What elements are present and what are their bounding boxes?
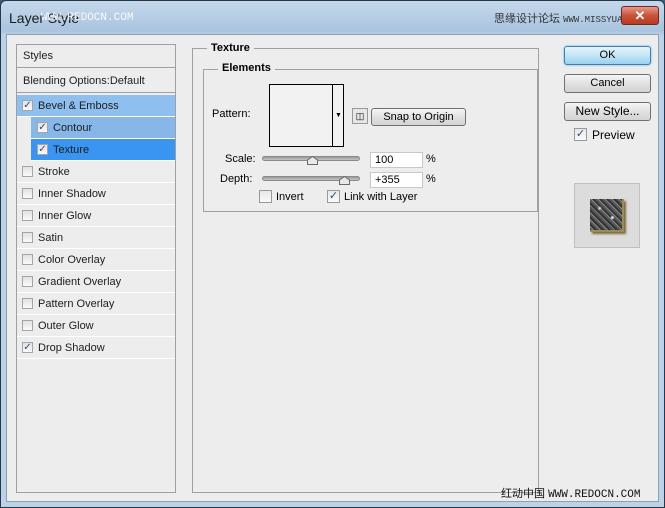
style-item-gradient-overlay[interactable]: Gradient Overlay (17, 271, 175, 293)
watermark-bottom-cn: 红动中国 (501, 488, 545, 500)
blending-options-item[interactable]: Blending Options:Default (17, 70, 175, 93)
check-icon: ✓ (575, 128, 586, 140)
style-checkbox[interactable] (22, 320, 33, 331)
depth-slider[interactable] (262, 176, 360, 185)
title-bar[interactable]: Layer Style WWW.REDOCN.COM 思缘设计论坛 WWW.MI… (1, 1, 664, 35)
style-item-bevel-emboss[interactable]: ✓ Bevel & Emboss (17, 95, 175, 117)
new-preset-button[interactable]: ◫ (352, 108, 368, 124)
dialog-body: Styles Blending Options:Default ✓ Bevel &… (6, 34, 659, 502)
close-icon: ✕ (634, 8, 646, 23)
style-checkbox[interactable] (22, 232, 33, 243)
style-checkbox[interactable] (22, 298, 33, 309)
chevron-down-icon: ▼ (335, 112, 342, 119)
style-item-label: Drop Shadow (38, 341, 105, 354)
layer-style-dialog: Layer Style WWW.REDOCN.COM 思缘设计论坛 WWW.MI… (0, 0, 665, 508)
depth-label: Depth: (220, 173, 253, 185)
style-checkbox[interactable] (22, 276, 33, 287)
depth-input[interactable]: +355 (370, 172, 423, 188)
styles-header-label: Styles (23, 50, 53, 62)
style-item-pattern-overlay[interactable]: Pattern Overlay (17, 293, 175, 315)
watermark-top-left: WWW.REDOCN.COM (41, 12, 134, 24)
watermark-bottom-url: WWW.REDOCN.COM (548, 489, 641, 501)
invert-label: Invert (276, 191, 304, 203)
style-checkbox[interactable] (22, 254, 33, 265)
style-item-label: Inner Shadow (38, 187, 106, 200)
style-item-label: Bevel & Emboss (38, 99, 119, 112)
check-icon: ✓ (328, 190, 339, 202)
style-checkbox[interactable]: ✓ (22, 342, 33, 353)
style-item-label: Outer Glow (38, 319, 94, 332)
style-item-texture[interactable]: ✓ Texture (31, 139, 175, 161)
style-item-label: Inner Glow (38, 209, 92, 222)
blending-options-label: Blending Options:Default (23, 75, 145, 87)
style-checkbox[interactable]: ✓ (22, 100, 33, 111)
preview-swatch (590, 199, 624, 232)
pattern-dropdown-button[interactable]: ▼ (332, 85, 343, 146)
link-with-layer-checkbox[interactable]: ✓ (327, 190, 340, 203)
scale-unit: % (426, 153, 436, 165)
elements-group: Elements Pattern: ▼ ◫ Snap to Origin Sca… (203, 62, 538, 212)
texture-panel: Texture Elements Pattern: ▼ ◫ Snap to Or… (192, 42, 539, 493)
close-button[interactable]: ✕ (621, 6, 659, 25)
styles-header[interactable]: Styles (17, 45, 175, 68)
style-item-satin[interactable]: Satin (17, 227, 175, 249)
link-with-layer-label: Link with Layer (344, 191, 418, 203)
style-item-drop-shadow[interactable]: ✓ Drop Shadow (17, 337, 175, 359)
style-item-inner-glow[interactable]: Inner Glow (17, 205, 175, 227)
new-preset-icon: ◫ (355, 111, 365, 121)
scale-slider[interactable] (262, 156, 360, 165)
style-item-inner-shadow[interactable]: Inner Shadow (17, 183, 175, 205)
style-checkbox[interactable] (22, 210, 33, 221)
pattern-picker[interactable]: ▼ (269, 84, 344, 147)
new-style-button[interactable]: New Style... (564, 102, 651, 121)
scale-label: Scale: (225, 153, 256, 165)
style-item-label: Pattern Overlay (38, 297, 115, 310)
invert-checkbox[interactable] (259, 190, 272, 203)
depth-slider-thumb[interactable] (338, 176, 350, 185)
style-item-label: Texture (53, 143, 90, 156)
style-item-color-overlay[interactable]: Color Overlay (17, 249, 175, 271)
preview-checkbox[interactable]: ✓ (574, 128, 587, 141)
style-item-contour[interactable]: ✓ Contour (31, 117, 175, 139)
style-item-label: Stroke (38, 165, 70, 178)
style-preview (574, 183, 640, 248)
snap-to-origin-button[interactable]: Snap to Origin (371, 108, 466, 126)
preview-label: Preview (592, 128, 635, 142)
styles-list: Styles Blending Options:Default ✓ Bevel &… (16, 44, 176, 493)
elements-group-title: Elements (218, 62, 275, 74)
style-item-label: Satin (38, 231, 64, 244)
pattern-label: Pattern: (212, 108, 251, 120)
ok-button[interactable]: OK (564, 46, 651, 65)
scale-input[interactable]: 100 (370, 152, 423, 168)
depth-unit: % (426, 173, 436, 185)
style-item-label: Gradient Overlay (38, 275, 122, 288)
style-item-label: Contour (53, 121, 93, 134)
cancel-button[interactable]: Cancel (564, 74, 651, 93)
style-checkbox[interactable] (22, 166, 33, 177)
style-checkbox[interactable]: ✓ (37, 122, 48, 133)
scale-slider-thumb[interactable] (306, 156, 318, 165)
style-checkbox[interactable]: ✓ (37, 144, 48, 155)
watermark-cn: 思缘设计论坛 (494, 13, 560, 25)
style-item-stroke[interactable]: Stroke (17, 161, 175, 183)
style-checkbox[interactable] (22, 188, 33, 199)
watermark-bottom: 红动中国 WWW.REDOCN.COM (501, 485, 640, 501)
style-item-label: Color Overlay (38, 253, 106, 266)
style-item-outer-glow[interactable]: Outer Glow (17, 315, 175, 337)
texture-section-title: Texture (207, 42, 254, 54)
